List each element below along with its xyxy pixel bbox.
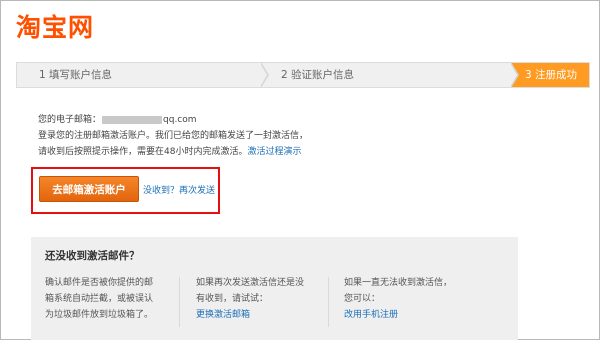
help-text: 为垃圾邮件放到垃圾箱了。 — [45, 310, 154, 320]
activation-demo-link[interactable]: 激活过程演示 — [247, 147, 301, 157]
phone-register-link[interactable]: 改用手机注册 — [344, 310, 398, 320]
activation-deadline: 请收到后按照提示操作，需要在48小时内完成激活。 — [38, 147, 248, 157]
change-email-link[interactable]: 更换激活邮箱 — [196, 310, 250, 320]
registration-steps: 1 填写账户信息 2 验证账户信息 3 注册成功 — [16, 62, 590, 88]
help-text: 您可以： — [344, 294, 381, 304]
divider — [328, 277, 329, 327]
activation-deadline-line: 请收到后按照提示操作，需要在48小时内完成激活。激活过程演示 — [38, 144, 438, 160]
step-label: 1 填写账户信息 — [39, 69, 113, 81]
help-text: 如果再次发送激活信还是没 — [196, 278, 305, 288]
help-text: 确认邮件是否被你提供的邮 — [45, 278, 154, 288]
masked-email — [102, 115, 163, 124]
chevron-right-icon — [260, 62, 269, 88]
step-fill-account-info: 1 填写账户信息 — [17, 62, 269, 88]
step-verify-account-info: 2 验证账户信息 — [261, 62, 519, 88]
help-tip-change-email: 如果再次发送激活信还是没 有收到，请试试： 更换激活邮箱 — [196, 275, 326, 323]
email-line: 您的电子邮箱： qq.com — [38, 112, 438, 128]
go-to-mailbox-button[interactable]: 去邮箱激活账户 — [39, 176, 139, 202]
step-label: 3 注册成功 — [525, 69, 578, 81]
divider — [179, 277, 180, 327]
email-domain: qq.com — [163, 115, 197, 125]
chevron-right-icon — [510, 62, 519, 88]
help-panel: 还没收到激活邮件？ 确认邮件是否被你提供的邮 箱系统自动拦截，或被误认 为垃圾邮… — [31, 237, 518, 340]
step-registration-success: 3 注册成功 — [511, 63, 589, 87]
resend-link[interactable]: 没收到？再次发送 — [143, 183, 215, 196]
taobao-logo[interactable]: 淘宝网 — [16, 8, 94, 44]
step-label: 2 验证账户信息 — [281, 69, 355, 81]
activation-info: 您的电子邮箱： qq.com 登录您的注册邮箱激活账户。我们已给您的邮箱发送了一封… — [38, 112, 438, 160]
help-tip-phone: 如果一直无法收到激活信， 您可以： 改用手机注册 — [344, 275, 484, 323]
help-tip-spam: 确认邮件是否被你提供的邮 箱系统自动拦截，或被误认 为垃圾邮件放到垃圾箱了。 — [45, 275, 175, 323]
help-title: 还没收到激活邮件？ — [45, 250, 140, 262]
help-text: 箱系统自动拦截，或被误认 — [45, 294, 154, 304]
help-text: 有收到，请试试： — [196, 294, 269, 304]
email-label: 您的电子邮箱： — [38, 115, 102, 125]
help-text: 如果一直无法收到激活信， — [344, 278, 453, 288]
activation-instruction: 登录您的注册邮箱激活账户。我们已给您的邮箱发送了一封激活信， — [38, 131, 309, 141]
